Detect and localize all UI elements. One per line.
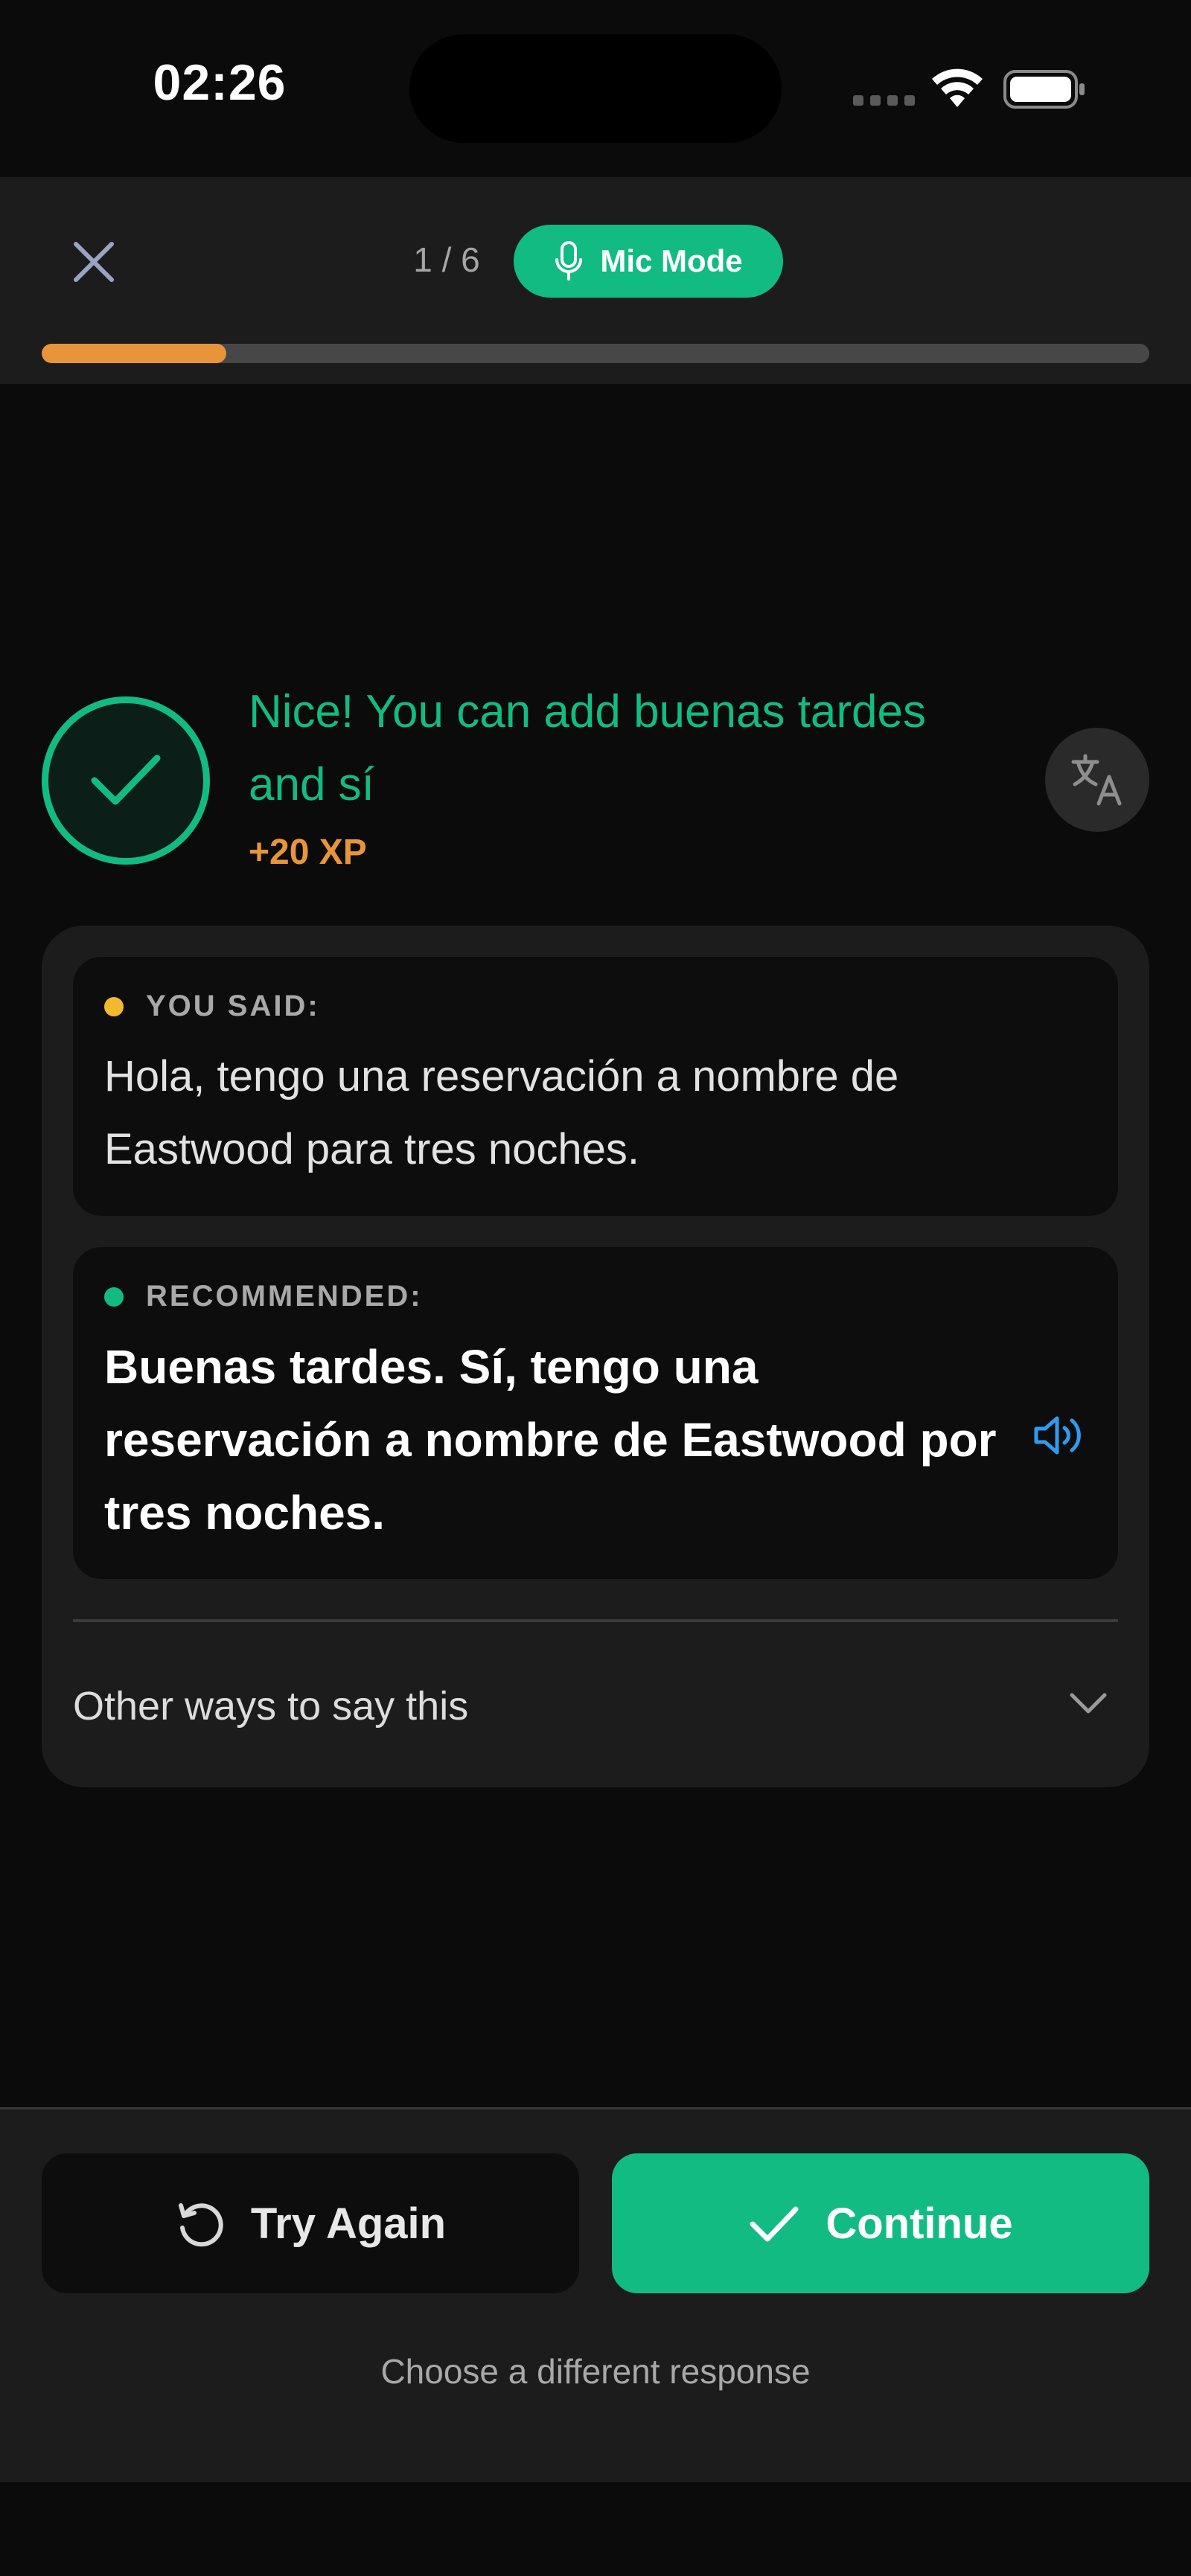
continue-button[interactable]: Continue — [612, 2153, 1149, 2293]
translate-icon — [1071, 754, 1122, 806]
cellular-signal-icon — [853, 95, 915, 106]
progress-bar — [42, 344, 1149, 363]
close-icon — [74, 242, 114, 282]
status-time: 02:26 — [153, 54, 287, 111]
speaker-icon — [1034, 1416, 1081, 1455]
success-badge — [42, 696, 210, 865]
recommended-label: RECOMMENDED: — [146, 1280, 423, 1313]
translate-button[interactable] — [1045, 728, 1149, 832]
retry-icon — [178, 2203, 223, 2247]
you-said-dot — [104, 996, 124, 1016]
checkmark-icon — [91, 754, 161, 805]
recommended-text: Buenas tardes. Sí, tengo una reservación… — [104, 1340, 997, 1539]
bottom-safe-area — [0, 2482, 1191, 2576]
recommended-dot — [104, 1287, 124, 1307]
feedback-title: Nice! You can add buenas tardes and sí — [249, 686, 927, 810]
chevron-down-icon[interactable] — [1067, 1688, 1109, 1721]
dynamic-island — [409, 34, 782, 143]
other-ways-toggle[interactable]: Other ways to say this — [73, 1683, 468, 1729]
recommended-label-row: RECOMMENDED: — [104, 1280, 423, 1313]
close-button[interactable] — [63, 231, 125, 293]
play-audio-button[interactable] — [1033, 1412, 1087, 1462]
you-said-label: YOU SAID: — [146, 990, 320, 1022]
progress-count: 1 / 6 — [413, 240, 480, 279]
try-again-button[interactable]: Try Again — [42, 2153, 579, 2293]
mic-mode-label: Mic Mode — [600, 243, 743, 278]
card-divider — [73, 1619, 1118, 1622]
continue-label: Continue — [826, 2199, 1013, 2248]
choose-different-response-link[interactable]: Choose a different response — [0, 2351, 1191, 2391]
try-again-label: Try Again — [250, 2199, 447, 2248]
microphone-icon — [555, 241, 583, 281]
you-said-text: Hola, tengo una reservación a nombre de … — [104, 1052, 899, 1173]
wifi-icon — [930, 68, 984, 112]
checkmark-icon — [750, 2206, 799, 2242]
xp-reward: +20 XP — [249, 833, 367, 872]
mic-mode-button[interactable]: Mic Mode — [514, 225, 783, 298]
progress-fill — [42, 344, 227, 363]
battery-icon — [1003, 68, 1087, 114]
you-said-label-row: YOU SAID: — [104, 990, 320, 1023]
